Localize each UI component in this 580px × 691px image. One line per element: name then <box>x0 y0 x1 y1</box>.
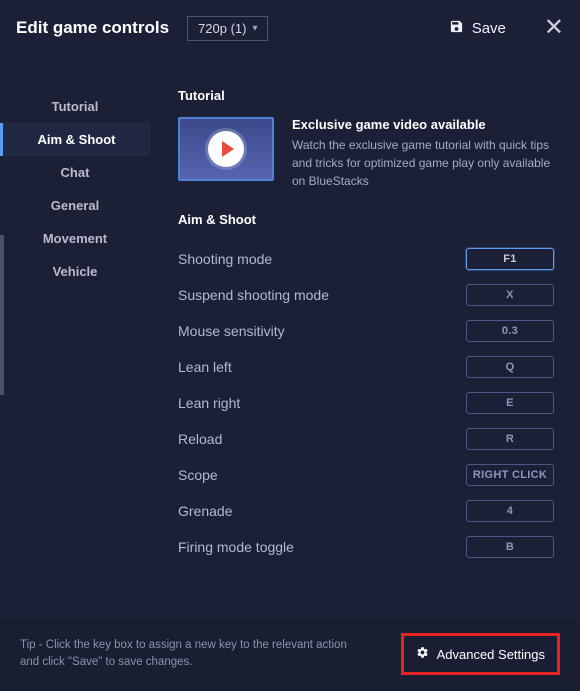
sidebar-item-movement[interactable]: Movement <box>0 222 150 255</box>
chevron-down-icon: ▾ <box>252 23 257 34</box>
setting-row: ReloadR <box>178 421 554 457</box>
key-box[interactable]: B <box>466 536 554 558</box>
decorative-edge <box>0 235 4 395</box>
setting-label: Shooting mode <box>178 251 466 267</box>
key-box[interactable]: F1 <box>466 248 554 270</box>
section-heading-tutorial: Tutorial <box>178 88 554 103</box>
setting-label: Scope <box>178 467 466 483</box>
footer-tip: Tip - Click the key box to assign a new … <box>20 637 350 672</box>
sidebar-item-tutorial[interactable]: Tutorial <box>0 90 150 123</box>
key-box[interactable]: RIGHT CLICK <box>466 464 554 486</box>
setting-row: Shooting modeF1 <box>178 241 554 277</box>
advanced-settings-label: Advanced Settings <box>437 647 545 662</box>
setting-row: Mouse sensitivity0.3 <box>178 313 554 349</box>
setting-label: Lean right <box>178 395 466 411</box>
advanced-settings-button[interactable]: Advanced Settings <box>401 633 560 675</box>
resolution-dropdown[interactable]: 720p (1) ▾ <box>187 16 268 41</box>
close-icon: ✕ <box>544 14 564 41</box>
setting-row: Suspend shooting modeX <box>178 277 554 313</box>
header: Edit game controls 720p (1) ▾ Save ✕ <box>0 0 580 56</box>
section-heading-aim-shoot: Aim & Shoot <box>178 212 554 227</box>
sidebar-item-general[interactable]: General <box>0 189 150 222</box>
key-box[interactable]: 0.3 <box>466 320 554 342</box>
setting-row: ScopeRIGHT CLICK <box>178 457 554 493</box>
tutorial-text: Exclusive game video available Watch the… <box>292 117 554 190</box>
close-button[interactable]: ✕ <box>544 16 564 40</box>
page-title: Edit game controls <box>16 18 169 38</box>
body: Tutorial Aim & Shoot Chat General Moveme… <box>0 56 580 616</box>
key-box[interactable]: E <box>466 392 554 414</box>
key-box[interactable]: Q <box>466 356 554 378</box>
setting-row: Lean leftQ <box>178 349 554 385</box>
setting-label: Grenade <box>178 503 466 519</box>
setting-label: Mouse sensitivity <box>178 323 466 339</box>
tutorial-desc: Watch the exclusive game tutorial with q… <box>292 136 554 190</box>
gear-icon <box>416 646 429 662</box>
setting-label: Suspend shooting mode <box>178 287 466 303</box>
dropdown-label: 720p (1) <box>198 21 246 36</box>
key-box[interactable]: 4 <box>466 500 554 522</box>
sidebar-item-aim-shoot[interactable]: Aim & Shoot <box>0 123 150 156</box>
setting-row: Grenade4 <box>178 493 554 529</box>
setting-label: Reload <box>178 431 466 447</box>
content: Tutorial Exclusive game video available … <box>150 56 580 616</box>
save-icon <box>449 19 464 38</box>
setting-row: Firing mode toggleB <box>178 529 554 565</box>
key-box[interactable]: X <box>466 284 554 306</box>
video-thumbnail[interactable] <box>178 117 274 181</box>
key-box[interactable]: R <box>466 428 554 450</box>
tutorial-title: Exclusive game video available <box>292 117 554 132</box>
sidebar: Tutorial Aim & Shoot Chat General Moveme… <box>0 56 150 616</box>
save-label: Save <box>472 20 506 37</box>
play-icon <box>208 131 244 167</box>
save-button[interactable]: Save <box>449 19 506 38</box>
setting-label: Firing mode toggle <box>178 539 466 555</box>
footer: Tip - Click the key box to assign a new … <box>0 616 580 691</box>
sidebar-item-vehicle[interactable]: Vehicle <box>0 255 150 288</box>
setting-label: Lean left <box>178 359 466 375</box>
tutorial-box: Exclusive game video available Watch the… <box>178 117 554 190</box>
setting-row: Lean rightE <box>178 385 554 421</box>
sidebar-item-chat[interactable]: Chat <box>0 156 150 189</box>
